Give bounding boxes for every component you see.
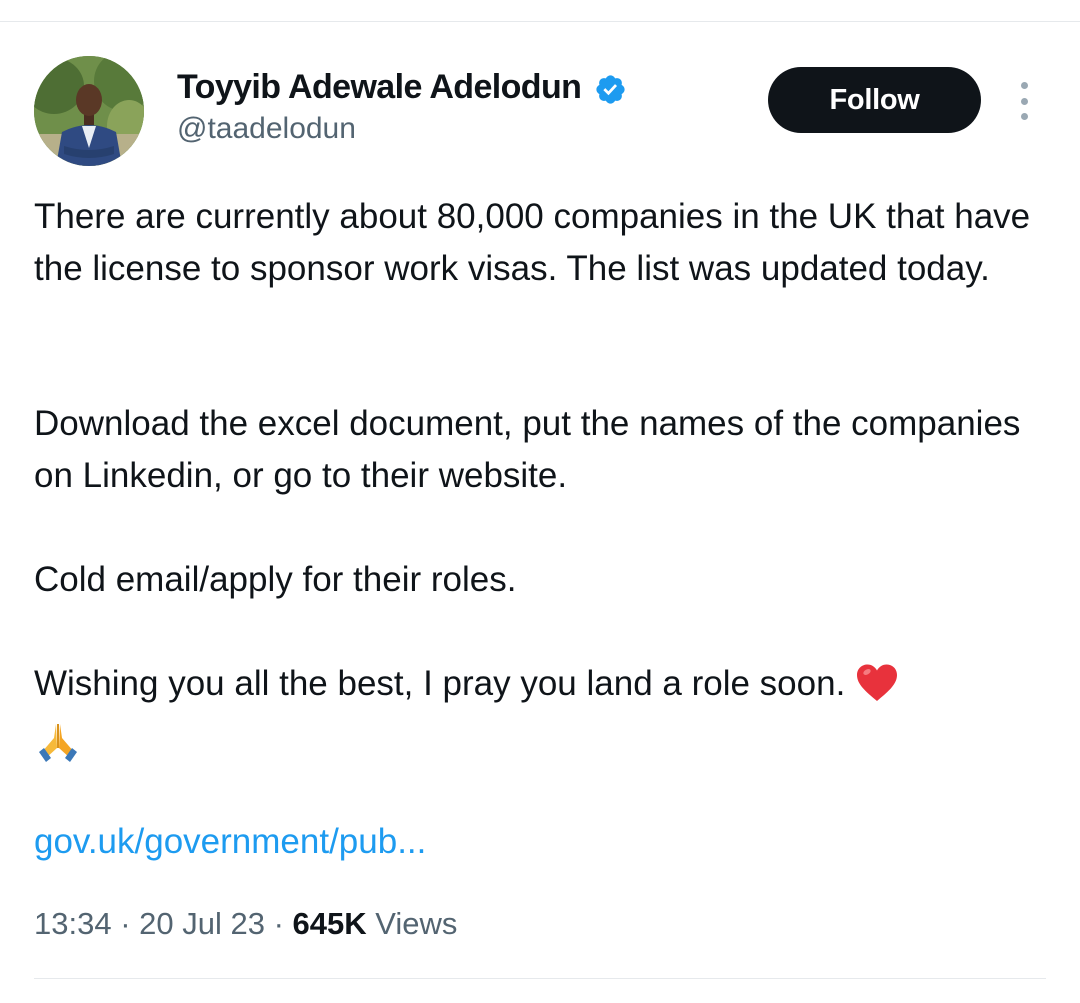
tweet-date[interactable]: 20 Jul 23 bbox=[139, 906, 265, 941]
avatar-photo bbox=[34, 56, 144, 166]
author-handle[interactable]: @taadelodun bbox=[177, 112, 356, 146]
more-dot bbox=[1020, 82, 1028, 89]
tweet-meta: 13:34 · 20 Jul 23 · 645K Views bbox=[34, 906, 457, 942]
top-divider bbox=[0, 21, 1080, 22]
tweet-link[interactable]: gov.uk/government/pub... bbox=[34, 822, 426, 862]
more-options-icon[interactable] bbox=[1012, 82, 1036, 120]
avatar[interactable] bbox=[34, 56, 144, 166]
tweet-paragraph-1: There are currently about 80,000 compani… bbox=[34, 197, 1031, 288]
more-dot bbox=[1020, 113, 1028, 120]
tweet-paragraph-3: Cold email/apply for their roles. bbox=[34, 560, 517, 599]
views-label: Views bbox=[375, 906, 458, 941]
folded-hands-emoji-icon bbox=[39, 724, 77, 762]
tweet-time[interactable]: 13:34 bbox=[34, 906, 112, 941]
red-heart-emoji-icon bbox=[857, 664, 898, 701]
meta-separator: · bbox=[111, 906, 140, 941]
more-dot bbox=[1020, 97, 1028, 105]
views-count: 645K bbox=[292, 906, 367, 941]
author-name[interactable]: Toyyib Adewale Adelodun bbox=[177, 68, 582, 107]
follow-button[interactable]: Follow bbox=[768, 67, 981, 133]
tweet-paragraph-4-container: Wishing you all the best, I pray you lan… bbox=[34, 658, 1044, 710]
meta-separator: · bbox=[264, 906, 293, 941]
tweet-paragraph-2: Download the excel document, put the nam… bbox=[34, 404, 1021, 495]
verified-badge-icon[interactable] bbox=[594, 73, 627, 106]
tweet-paragraph-4: Wishing you all the best, I pray you lan… bbox=[34, 664, 846, 703]
bottom-divider bbox=[34, 978, 1046, 979]
